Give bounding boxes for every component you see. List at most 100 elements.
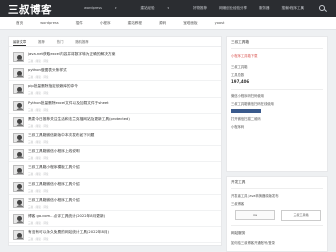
article-title[interactable]: 三叔工具箱微信小程序上线说明 bbox=[28, 149, 80, 154]
thumbnail[interactable] bbox=[13, 52, 24, 62]
count-label: 工具总数 bbox=[231, 73, 245, 77]
sidebar-title: 开发工具 bbox=[231, 180, 246, 184]
tool-link[interactable]: 开发者工具 java转换器原版发布 bbox=[231, 193, 279, 198]
nav-item-goods[interactable]: 好物推荐 bbox=[193, 0, 207, 17]
sidebar-tools: 开发工具 开发者工具 java转换器原版发布 三叔博客 ios 三叔工具箱 网站… bbox=[226, 176, 328, 252]
list-item[interactable]: 三叔工具箱微信新版中本次发布如下问题 三叔 · 阅读 · 评论 bbox=[9, 130, 221, 147]
nav-item-experience[interactable]: 建站经验 ▾ bbox=[141, 0, 182, 17]
qr-caption: 微信小程序码扫码使用 bbox=[231, 94, 264, 98]
thumbnail[interactable] bbox=[13, 230, 24, 241]
thumbnail[interactable] bbox=[13, 132, 24, 143]
divider bbox=[231, 89, 323, 90]
toolbox-button[interactable]: 三叔工具箱 bbox=[281, 210, 321, 221]
article-list: java.net获取excel内容并将数字转为正确的解决方案 三叔 · 阅读 · … bbox=[9, 49, 221, 244]
subnav-item-tutorial[interactable]: 建站教程 bbox=[128, 17, 142, 29]
article-title[interactable]: 三叔工具箱微信小程序工具介绍 bbox=[28, 198, 80, 203]
thumbnail[interactable] bbox=[13, 165, 24, 176]
article-meta: 三叔 · 阅读 · 评论 bbox=[28, 238, 49, 242]
thumbnail[interactable] bbox=[13, 116, 24, 127]
promo-banner[interactable] bbox=[231, 109, 261, 113]
article-meta: 三叔 · 阅读 · 评论 bbox=[28, 173, 49, 177]
list-item[interactable]: 三叔工具箱微信小程序工具介绍 三叔 · 阅读 · 评论 bbox=[9, 195, 221, 211]
article-meta: 三叔 · 阅读 · 评论 bbox=[28, 92, 49, 96]
thumbnail[interactable] bbox=[13, 197, 24, 208]
list-item[interactable]: java.net获取excel内容并将数字转为正确的解决方案 三叔 · 阅读 · … bbox=[9, 49, 221, 66]
list-item[interactable]: 三叔工具箱小程序模板工具介绍 三叔 · 阅读 · 评论 bbox=[9, 162, 221, 179]
article-meta: 三叔 · 阅读 · 评论 bbox=[28, 157, 49, 161]
top-bar: 三叔博客 wordpress ▾ 建站经验 ▾ 好物推荐 网赚创业经验分享 服务器 … bbox=[0, 0, 336, 17]
article-title[interactable]: 三叔工具箱小程序模板工具介绍 bbox=[28, 165, 80, 170]
list-item[interactable]: 博客 go.com...点评工具统计(2022年8月更新) 三叔 · 阅读 · 评… bbox=[9, 211, 221, 228]
small-text: 小程序码 bbox=[231, 125, 245, 129]
article-title[interactable]: python做图表头条样式 bbox=[28, 68, 67, 73]
nav-item-wordpress[interactable]: wordpress ▾ bbox=[84, 0, 129, 17]
site-logo[interactable]: 三叔博客 bbox=[8, 2, 52, 16]
mini-program-link[interactable]: 小程序工具 bbox=[287, 6, 305, 11]
blog-link[interactable]: 三叔博客 bbox=[231, 201, 244, 206]
list-item[interactable]: 三叔工具箱微信小程序工具介绍 三叔 · 阅读 · 评论 bbox=[9, 179, 221, 195]
article-title[interactable]: 三叔工具箱微信新版中本次发布如下问题 bbox=[28, 133, 94, 138]
subnav-item-bt[interactable]: 宝塔面板 bbox=[183, 17, 197, 29]
search-icon[interactable] bbox=[318, 4, 328, 14]
subnav-item-plugins[interactable]: 插件 bbox=[76, 17, 83, 29]
thumbnail[interactable] bbox=[13, 181, 24, 192]
article-meta: 三叔 · 阅读 · 评论 bbox=[28, 140, 49, 144]
chevron-down-icon: ▾ bbox=[115, 6, 117, 10]
sidebar-title: 三叔工具箱 bbox=[231, 40, 249, 44]
divider bbox=[231, 48, 323, 49]
article-title[interactable]: Python批量删除excel文件以及加载文件于sheet bbox=[28, 101, 109, 106]
nav-item-server[interactable]: 服务器 bbox=[259, 0, 270, 17]
thumbnail[interactable] bbox=[13, 84, 24, 95]
nav-label: wordpress bbox=[84, 6, 102, 10]
subnav-item-miniprogram[interactable]: 小程序 bbox=[100, 17, 111, 29]
article-panel: 最新文章 推荐 热门 随机推荐 java.net获取excel内容并将数字转为正… bbox=[8, 36, 222, 246]
tab-random[interactable]: 随机推荐 bbox=[75, 37, 88, 46]
top-right: 小程序工具 bbox=[287, 0, 336, 17]
tab-recommended[interactable]: 推荐 bbox=[38, 37, 45, 46]
article-title[interactable]: java.net获取excel内容并将数字转为正确的解决方案 bbox=[28, 52, 115, 57]
promo-sub: 打开微信扫描二维码 bbox=[231, 117, 261, 121]
tab-latest[interactable]: 最新文章 bbox=[13, 37, 27, 46]
article-meta: 三叔 · 阅读 · 评论 bbox=[28, 189, 49, 193]
subnav-item-home[interactable]: 首页 bbox=[16, 17, 23, 29]
tab-hot[interactable]: 热门 bbox=[57, 37, 64, 46]
subnav-item-yoast[interactable]: yoast bbox=[215, 17, 225, 29]
promo-title[interactable]: 三叔工具箱微信扫码在线使用 bbox=[231, 101, 274, 106]
download-link[interactable]: 小程序工具箱下载 bbox=[231, 53, 257, 58]
divider bbox=[231, 188, 323, 189]
article-meta: 三叔 · 阅读 · 评论 bbox=[28, 76, 49, 80]
thumbnail[interactable] bbox=[13, 213, 24, 224]
list-item[interactable]: python做图表头条样式 三叔 · 阅读 · 评论 bbox=[9, 65, 221, 82]
list-item[interactable]: 黑麦今日推荐关注生活和法兰克福网站及更新工具(protected) 三叔 · 阅读… bbox=[9, 114, 221, 130]
list-item[interactable]: pip批量删除指定依赖库的命令 三叔 · 阅读 · 评论 bbox=[9, 81, 221, 98]
thumbnail[interactable] bbox=[13, 149, 24, 160]
nav-label: 建站经验 bbox=[140, 6, 155, 10]
subnav-item-wordpress[interactable]: wordpress bbox=[40, 17, 58, 29]
nav-item-business[interactable]: 网赚创业经验分享 bbox=[219, 0, 247, 17]
article-meta: 三叔 · 阅读 · 评论 bbox=[28, 221, 49, 225]
article-meta: 三叔 · 阅读 · 评论 bbox=[28, 205, 49, 209]
article-tabs: 最新文章 推荐 热门 随机推荐 bbox=[9, 37, 221, 47]
article-title[interactable]: pip批量删除指定依赖库的命令 bbox=[28, 84, 78, 89]
article-meta: 三叔 · 阅读 · 评论 bbox=[28, 60, 49, 63]
thumbnail[interactable] bbox=[13, 100, 24, 111]
list-item[interactable]: 三叔工具箱微信小程序上线说明 三叔 · 阅读 · 评论 bbox=[9, 146, 221, 163]
service-link[interactable]: 如何给三叔博客开通账号/登录 bbox=[231, 240, 275, 245]
article-title[interactable]: 有没有可以永久免费的网站统计工具(2022年8月) bbox=[28, 230, 109, 235]
list-item[interactable]: Python批量删除excel文件以及加载文件于sheet 三叔 · 阅读 · 评… bbox=[9, 98, 221, 114]
article-title[interactable]: 博客 go.com...点评工具统计(2022年8月更新) bbox=[28, 214, 105, 219]
toolbox-label: 三叔工具箱 bbox=[231, 65, 248, 69]
chevron-down-icon: ▾ bbox=[167, 6, 170, 10]
article-title[interactable]: 三叔工具箱微信小程序工具介绍 bbox=[28, 182, 80, 187]
sidebar-toolbox: 三叔工具箱 小程序工具箱下载 三叔工具箱 工具总数 197,406 微信小程序码… bbox=[226, 36, 328, 172]
list-item[interactable]: 有没有可以永久免费的网站统计工具(2022年8月) 三叔 · 阅读 · 评论 bbox=[9, 227, 221, 244]
ios-button[interactable]: ios bbox=[235, 210, 275, 220]
subnav-item-source[interactable]: 源码 bbox=[159, 17, 166, 29]
thumbnail[interactable] bbox=[13, 68, 24, 79]
divider bbox=[231, 225, 323, 226]
sub-nav: 首页 wordpress 插件 小程序 建站教程 源码 宝塔面板 yoast bbox=[0, 17, 336, 30]
service-title: 网站服务 bbox=[231, 231, 246, 235]
count-value: 197,406 bbox=[231, 79, 250, 84]
article-title[interactable]: 黑麦今日推荐关注生活和法兰克福网站及更新工具(protected) bbox=[28, 117, 130, 122]
article-meta: 三叔 · 阅读 · 评论 bbox=[28, 124, 49, 128]
